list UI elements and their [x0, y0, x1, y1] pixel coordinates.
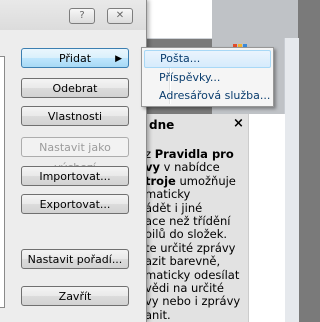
import-button[interactable]: Importovat... — [21, 166, 129, 186]
help-pane-close-icon[interactable]: × — [233, 116, 244, 131]
menu-item-directory-service[interactable]: Adresářová služba... — [144, 87, 271, 105]
help-button[interactable]: ? — [69, 8, 95, 24]
export-button[interactable]: Exportovat... — [21, 194, 129, 214]
menu-item-mail[interactable]: Pošta... — [144, 50, 271, 68]
account-settings-dialog: ? ✕ Přidat ▶ Odebrat Vlastnosti Nastavit … — [0, 0, 147, 322]
set-default-button[interactable]: Nastavit jako výchozí — [21, 137, 129, 174]
add-button[interactable]: Přidat ▶ — [21, 48, 129, 68]
close-icon[interactable]: ✕ — [107, 8, 133, 24]
right-strip — [248, 114, 285, 322]
help-pane-title: dne — [149, 118, 175, 132]
remove-button[interactable]: Odebrat — [21, 78, 129, 98]
close-button[interactable]: Zavřít — [21, 286, 129, 306]
accounts-list[interactable] — [0, 56, 5, 308]
add-dropdown-menu: Pošta... Příspěvky... Adresářová služba.… — [141, 47, 274, 107]
dialog-titlebar: ? ✕ — [0, 0, 146, 30]
menu-item-news[interactable]: Příspěvky... — [144, 69, 271, 87]
set-order-button[interactable]: Nastavit pořadí... — [21, 249, 129, 269]
help-pane-text: z Pravidla pro vy v nabídce troje umožňu… — [145, 147, 241, 322]
help-pane: dne × z Pravidla pro vy v nabídce troje … — [140, 114, 249, 322]
submenu-arrow-icon: ▶ — [115, 54, 122, 64]
properties-button[interactable]: Vlastnosti — [21, 106, 129, 126]
scrollbar[interactable] — [284, 38, 299, 322]
